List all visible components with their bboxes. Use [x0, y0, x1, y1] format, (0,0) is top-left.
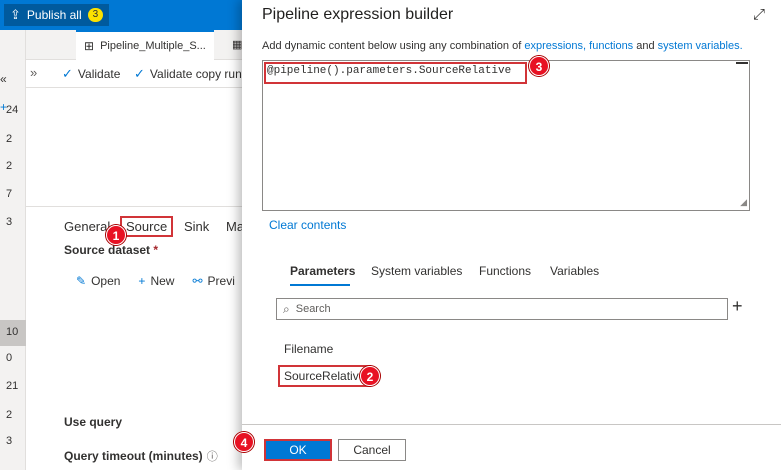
row-count: 3	[6, 216, 13, 228]
search-box: ⌕	[276, 298, 728, 320]
query-timeout-label: Query timeout (minutes) ⓘ	[64, 448, 218, 464]
glasses-icon: ⚯	[192, 274, 203, 288]
add-icon[interactable]: +	[732, 296, 743, 317]
publish-count-badge: 3	[87, 8, 104, 22]
new-button[interactable]: + New	[138, 274, 174, 288]
step-badge-4: 4	[234, 432, 254, 452]
expression-text[interactable]: @pipeline().parameters.SourceRelative	[267, 65, 511, 77]
source-dataset-text: Source dataset	[64, 243, 151, 257]
new-label: New	[150, 274, 175, 288]
dialog-title: Pipeline expression builder	[262, 6, 454, 23]
open-button[interactable]: ✎ Open	[76, 274, 120, 288]
row-count: 3	[6, 435, 13, 447]
tab-sink[interactable]: Sink	[184, 219, 209, 234]
ok-button[interactable]: OK	[264, 439, 332, 461]
row-count: 24	[6, 104, 19, 116]
validate-button[interactable]: ✓ Validate	[62, 66, 120, 82]
dataset-actions: ✎ Open + New ⚯ Previ	[76, 274, 235, 288]
check-icon: ✓	[62, 66, 73, 81]
use-query-label: Use query	[64, 415, 123, 429]
pipeline-canvas[interactable]	[26, 88, 246, 206]
publish-all-button[interactable]: ⇪ Publish all 3	[4, 4, 110, 26]
publish-label: Publish all	[26, 8, 82, 22]
properties-tabs: General Source Sink Ma	[26, 206, 246, 242]
step-badge-3: 3	[529, 56, 549, 76]
row-count: 21	[6, 380, 19, 392]
parameter-item-sourcerelative[interactable]: SourceRelative	[278, 365, 372, 387]
validate-label: Validate	[77, 67, 121, 81]
tab-source[interactable]: Source	[120, 216, 174, 237]
parameters-heading: Filename	[284, 342, 334, 356]
source-dataset-label: Source dataset *	[64, 243, 158, 257]
description-text: Add dynamic content below using any comb…	[262, 40, 525, 52]
row-count: 2	[6, 160, 13, 172]
row-count: 0	[6, 352, 13, 364]
step-badge-1: 1	[106, 225, 126, 245]
tab-functions[interactable]: Functions	[479, 264, 531, 278]
pipeline-toolbar: » ✓ Validate ✓ Validate copy runt	[26, 60, 246, 88]
expression-editor[interactable]: @pipeline().parameters.SourceRelative ◢	[262, 60, 750, 211]
row-count: 2	[6, 409, 13, 421]
system-variables-link[interactable]: system variables.	[658, 40, 743, 52]
row-count: 7	[6, 188, 13, 200]
dialog-footer: OK Cancel	[242, 424, 781, 470]
cancel-button[interactable]: Cancel	[338, 439, 406, 461]
publish-icon: ⇪	[10, 7, 21, 22]
functions-link[interactable]: functions	[589, 40, 633, 52]
query-timeout-text: Query timeout (minutes)	[64, 449, 203, 463]
expression-builder-dialog: Pipeline expression builder ⤢ Add dynami…	[234, 0, 781, 470]
tab-variables[interactable]: Variables	[550, 264, 599, 278]
tab-general[interactable]: General	[64, 219, 110, 234]
collapse-icon[interactable]: »	[30, 65, 37, 80]
pipeline-icon: ⊞	[84, 39, 95, 53]
step-badge-2: 2	[360, 366, 380, 386]
resize-grip-icon[interactable]: ◢	[740, 197, 747, 208]
open-label: Open	[91, 274, 121, 288]
tab-parameters[interactable]: Parameters	[290, 264, 355, 278]
validate-copy-label: Validate copy runt	[149, 67, 246, 81]
plus-icon: +	[138, 274, 146, 288]
pipeline-tab-label: Pipeline_Multiple_S...	[100, 40, 206, 52]
editor-scrollbar[interactable]	[736, 62, 748, 68]
search-icon: ⌕	[283, 301, 290, 316]
info-icon[interactable]: ⓘ	[207, 451, 218, 463]
and-text: and	[633, 40, 658, 52]
close-icon[interactable]: «	[0, 72, 7, 86]
preview-button[interactable]: ⚯ Previ	[192, 274, 234, 288]
validate-copy-runtime-button[interactable]: ✓ Validate copy runt	[134, 66, 245, 82]
active-tab-indicator	[290, 284, 350, 286]
row-count: 10	[6, 326, 19, 338]
expand-icon[interactable]: ⤢	[753, 6, 765, 23]
content-tabs: Parameters System variables Functions Va…	[288, 262, 748, 290]
check-icon: ✓	[134, 66, 145, 81]
clear-contents-link[interactable]: Clear contents	[269, 218, 346, 232]
pencil-icon: ✎	[76, 274, 87, 288]
row-count: 2	[6, 133, 13, 145]
left-panel: « + 24 2 2 7 3 10 0 21 2 3	[0, 30, 26, 470]
preview-label: Previ	[207, 274, 235, 288]
required-mark: *	[153, 243, 159, 257]
tab-system-variables[interactable]: System variables	[371, 264, 462, 278]
expressions-link[interactable]: expressions,	[524, 40, 586, 52]
search-input[interactable]	[295, 303, 696, 315]
pipeline-tab[interactable]: ⊞ Pipeline_Multiple_S...	[76, 30, 214, 60]
table-icon[interactable]: ▦	[232, 38, 242, 51]
dialog-description: Add dynamic content below using any comb…	[262, 40, 743, 52]
editor-tab-strip: ⊞ Pipeline_Multiple_S... ▦	[26, 30, 246, 60]
